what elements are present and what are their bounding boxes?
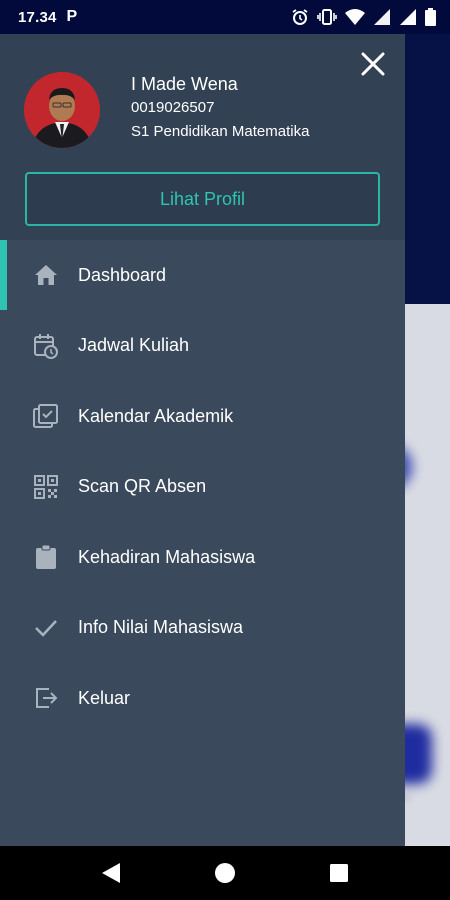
status-bar: 17.34 P bbox=[0, 0, 450, 34]
close-icon bbox=[361, 52, 385, 76]
profile-id: 0019026507 bbox=[131, 99, 215, 116]
avatar bbox=[24, 72, 100, 148]
nav-recents-button[interactable] bbox=[325, 859, 353, 887]
signal-icon bbox=[400, 9, 416, 25]
navigation-bar bbox=[0, 846, 450, 900]
avatar-photo-icon bbox=[24, 72, 100, 148]
logout-icon bbox=[33, 685, 59, 711]
alarm-icon bbox=[292, 9, 308, 25]
profile-info: I Made Wena 0019026507 S1 Pendidikan Mat… bbox=[131, 72, 309, 144]
profile-program: S1 Pendidikan Matematika bbox=[131, 123, 310, 140]
drawer-menu: Dashboard Jadwal Kuliah Kalendar Akademi… bbox=[0, 240, 405, 734]
vibrate-icon bbox=[317, 9, 337, 25]
menu-label: Info Nilai Mahasiswa bbox=[78, 617, 244, 638]
calendar-check-icon bbox=[33, 403, 59, 429]
menu-item-kehadiran-mahasiswa[interactable]: Kehadiran Mahasiswa bbox=[0, 522, 405, 593]
menu-label: Kalendar Akademik bbox=[78, 405, 234, 426]
menu-label: Jadwal Kuliah bbox=[78, 335, 190, 356]
menu-label: Dashboard bbox=[78, 264, 167, 285]
menu-item-jadwal-kuliah[interactable]: Jadwal Kuliah bbox=[0, 311, 405, 382]
view-profile-button[interactable]: Lihat Profil bbox=[25, 172, 380, 226]
navigation-drawer: I Made Wena 0019026507 S1 Pendidikan Mat… bbox=[0, 34, 405, 846]
nav-back-button[interactable] bbox=[97, 859, 125, 887]
profile-name: I Made Wena bbox=[131, 74, 238, 94]
check-icon bbox=[33, 615, 59, 641]
battery-icon bbox=[425, 8, 436, 26]
home-circle-icon bbox=[215, 863, 235, 883]
status-icons bbox=[291, 8, 436, 26]
back-icon bbox=[102, 863, 120, 883]
clipboard-icon bbox=[33, 544, 59, 570]
menu-item-dashboard[interactable]: Dashboard bbox=[0, 240, 405, 311]
recents-icon bbox=[330, 864, 348, 882]
menu-item-scan-qr-absen[interactable]: Scan QR Absen bbox=[0, 452, 405, 523]
menu-label: Kehadiran Mahasiswa bbox=[78, 546, 256, 567]
signal-icon bbox=[374, 9, 390, 25]
menu-item-keluar[interactable]: Keluar bbox=[0, 663, 405, 734]
qr-code-icon bbox=[33, 474, 59, 500]
menu-label: Keluar bbox=[78, 687, 131, 708]
close-button[interactable] bbox=[355, 46, 391, 82]
menu-item-info-nilai-mahasiswa[interactable]: Info Nilai Mahasiswa bbox=[0, 593, 405, 664]
status-time: 17.34 bbox=[18, 8, 57, 26]
home-icon bbox=[33, 262, 59, 288]
notification-p-icon: P bbox=[66, 8, 78, 25]
calendar-clock-icon bbox=[33, 333, 59, 359]
menu-item-kalendar-akademik[interactable]: Kalendar Akademik bbox=[0, 381, 405, 452]
wifi-icon bbox=[345, 9, 365, 25]
nav-home-button[interactable] bbox=[211, 859, 239, 887]
menu-label: Scan QR Absen bbox=[78, 476, 207, 497]
